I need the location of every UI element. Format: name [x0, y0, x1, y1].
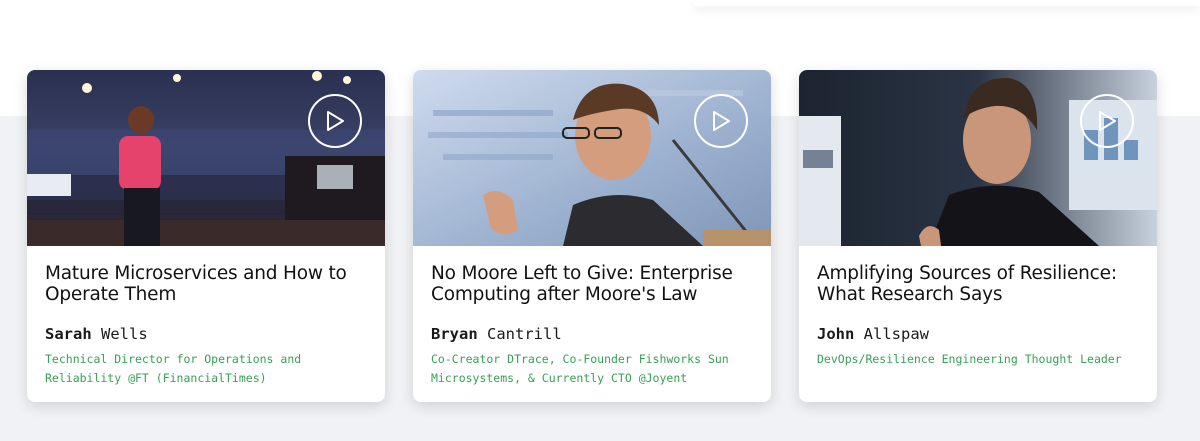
- speaker-first-name: John: [817, 325, 855, 343]
- speaker-role: DevOps/Resilience Engineering Thought Le…: [817, 352, 1122, 366]
- speaker-last-name: Wells: [101, 325, 148, 343]
- play-icon: [1099, 111, 1116, 131]
- play-icon: [713, 111, 730, 131]
- speaker-role: Technical Director for Operations and Re…: [45, 352, 302, 385]
- talk-card-1[interactable]: Mature Microservices and How to Operate …: [27, 70, 385, 402]
- speaker-name: Sarah Wells: [45, 325, 367, 343]
- play-button[interactable]: [308, 94, 362, 148]
- speaker-role: Co-Creator DTrace, Co-Founder Fishworks …: [431, 352, 729, 385]
- play-button[interactable]: [694, 94, 748, 148]
- talk-thumbnail[interactable]: [413, 70, 771, 246]
- play-button[interactable]: [1080, 94, 1134, 148]
- speaker-name: Bryan Cantrill: [431, 325, 753, 343]
- speaker-first-name: Bryan: [431, 325, 478, 343]
- speaker-first-name: Sarah: [45, 325, 92, 343]
- play-icon: [327, 111, 344, 131]
- speaker-last-name: Cantrill: [487, 325, 562, 343]
- talk-title[interactable]: Mature Microservices and How to Operate …: [45, 263, 367, 305]
- talk-card-2[interactable]: No Moore Left to Give: Enterprise Comput…: [413, 70, 771, 402]
- talk-thumbnail[interactable]: [799, 70, 1157, 246]
- speaker-last-name: Allspaw: [863, 325, 929, 343]
- talk-title[interactable]: Amplifying Sources of Resilience: What R…: [817, 263, 1139, 305]
- talk-thumbnail[interactable]: [27, 70, 385, 246]
- header-bar-edge: [694, 0, 1200, 6]
- speaker-name: John Allspaw: [817, 325, 1139, 343]
- talk-card-3[interactable]: Amplifying Sources of Resilience: What R…: [799, 70, 1157, 402]
- talk-title[interactable]: No Moore Left to Give: Enterprise Comput…: [431, 263, 753, 305]
